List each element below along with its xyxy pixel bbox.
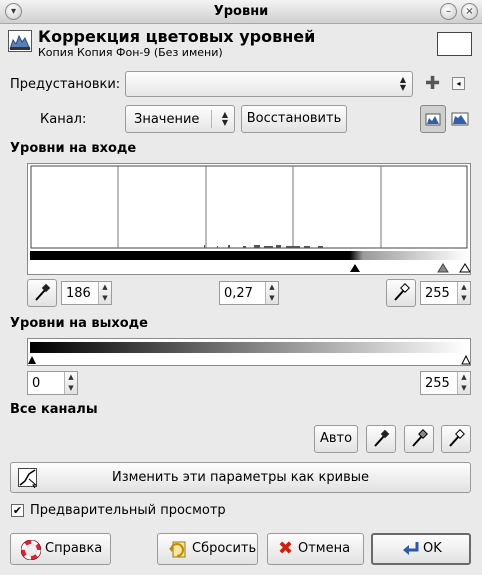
spin-arrows-icon[interactable]: ▲ ▼: [457, 282, 470, 304]
cancel-x-icon: ✖: [278, 538, 294, 559]
output-gradient: [28, 342, 470, 365]
input-low-spinner[interactable]: 186 ▲ ▼: [61, 281, 112, 305]
presets-combo[interactable]: ▲ ▼: [125, 71, 413, 97]
reset-channel-button[interactable]: Восстановить: [241, 105, 347, 133]
input-gamma-spinner[interactable]: 0,27 ▲ ▼: [219, 281, 279, 305]
spin-arrows-icon[interactable]: ▲ ▼: [64, 372, 77, 394]
channel-value: Значение: [134, 112, 200, 127]
eyedropper-white-icon: [394, 283, 410, 301]
dialog-subtitle: Копия Копия Фон-9 (Без имени): [38, 46, 223, 59]
input-high-slider: [459, 263, 470, 273]
input-levels-histogram[interactable]: [27, 163, 471, 275]
channel-combo[interactable]: Значение ▲ ▼: [125, 105, 235, 133]
help-lifebuoy-icon: [20, 539, 42, 572]
ok-enter-icon: [401, 540, 421, 569]
output-low-spinner[interactable]: 0 ▲ ▼: [27, 371, 78, 395]
eyedropper-white-icon: [449, 429, 465, 447]
spin-arrows-icon[interactable]: ▲ ▼: [265, 282, 278, 304]
eyedropper-gray-icon: [412, 429, 428, 447]
pick-white-point-button[interactable]: [386, 279, 416, 307]
channel-label: Канал:: [40, 112, 87, 127]
pick-black-all-button[interactable]: [366, 425, 396, 453]
combo-arrows-icon: ▲ ▼: [399, 75, 406, 92]
input-low-value: 186: [66, 286, 91, 301]
eyedropper-black-icon: [374, 429, 390, 447]
linear-histogram-button[interactable]: [420, 105, 446, 133]
pick-gray-all-button[interactable]: [404, 425, 434, 453]
combo-arrows-icon: ▲ ▼: [221, 110, 228, 127]
preview-label: Предварительный просмотр: [30, 503, 226, 518]
edit-as-curves-button[interactable]: Изменить эти параметры как кривые: [10, 462, 471, 493]
add-preset-icon[interactable]: ✚: [425, 75, 440, 93]
reset-undo-icon: [168, 540, 188, 572]
all-channels-heading: Все каналы: [10, 402, 98, 417]
reset-button[interactable]: Сбросить: [157, 533, 258, 565]
reset-label: Сбросить: [192, 541, 257, 556]
output-low-slider: [28, 356, 36, 364]
minimize-button[interactable]: –: [440, 3, 457, 20]
help-label: Справка: [45, 541, 103, 556]
input-levels-heading: Уровни на входе: [10, 141, 137, 156]
spin-arrows-icon[interactable]: ▲ ▼: [457, 372, 470, 394]
window-titlebar[interactable]: ▾ Уровни – ×: [0, 0, 482, 24]
output-levels-bar[interactable]: [27, 338, 471, 366]
output-high-spinner[interactable]: 255 ▲ ▼: [420, 371, 471, 395]
preset-menu-icon[interactable]: ◂: [452, 77, 465, 90]
output-high-value: 255: [425, 376, 450, 391]
input-high-value: 255: [425, 286, 450, 301]
input-gamma-slider: [437, 263, 449, 273]
pick-white-all-button[interactable]: [441, 425, 471, 453]
curves-icon: [17, 467, 39, 489]
input-low-slider: [350, 264, 360, 272]
output-levels-heading: Уровни на выходе: [10, 316, 148, 331]
log-histogram-icon: [451, 112, 469, 126]
dialog-title: Коррекция цветовых уровней: [38, 27, 316, 46]
auto-levels-button[interactable]: Авто: [314, 425, 358, 453]
output-high-slider: [461, 354, 470, 365]
close-button[interactable]: ×: [461, 3, 478, 20]
cancel-button[interactable]: ✖ Отмена: [267, 533, 364, 565]
spin-arrows-icon[interactable]: ▲ ▼: [98, 282, 111, 304]
edit-as-curves-label: Изменить эти параметры как кривые: [111, 470, 370, 485]
input-high-spinner[interactable]: 255 ▲ ▼: [420, 281, 471, 305]
log-histogram-button[interactable]: [449, 107, 471, 131]
cancel-label: Отмена: [298, 541, 351, 556]
levels-icon: [8, 30, 32, 52]
ok-label: OK: [423, 541, 442, 556]
linear-histogram-icon: [425, 113, 441, 126]
window-title: Уровни: [213, 4, 269, 19]
pick-black-point-button[interactable]: [27, 279, 57, 307]
ok-button[interactable]: OK: [371, 533, 471, 565]
output-low-value: 0: [32, 376, 41, 391]
help-button[interactable]: Справка: [10, 533, 111, 565]
image-preview-thumbnail: [437, 32, 472, 56]
preview-checkbox[interactable]: ✔: [11, 504, 24, 517]
histogram-graph: [30, 165, 470, 273]
presets-label: Предустановки:: [10, 77, 121, 92]
input-gamma-value: 0,27: [224, 286, 253, 301]
eyedropper-black-icon: [35, 283, 51, 301]
